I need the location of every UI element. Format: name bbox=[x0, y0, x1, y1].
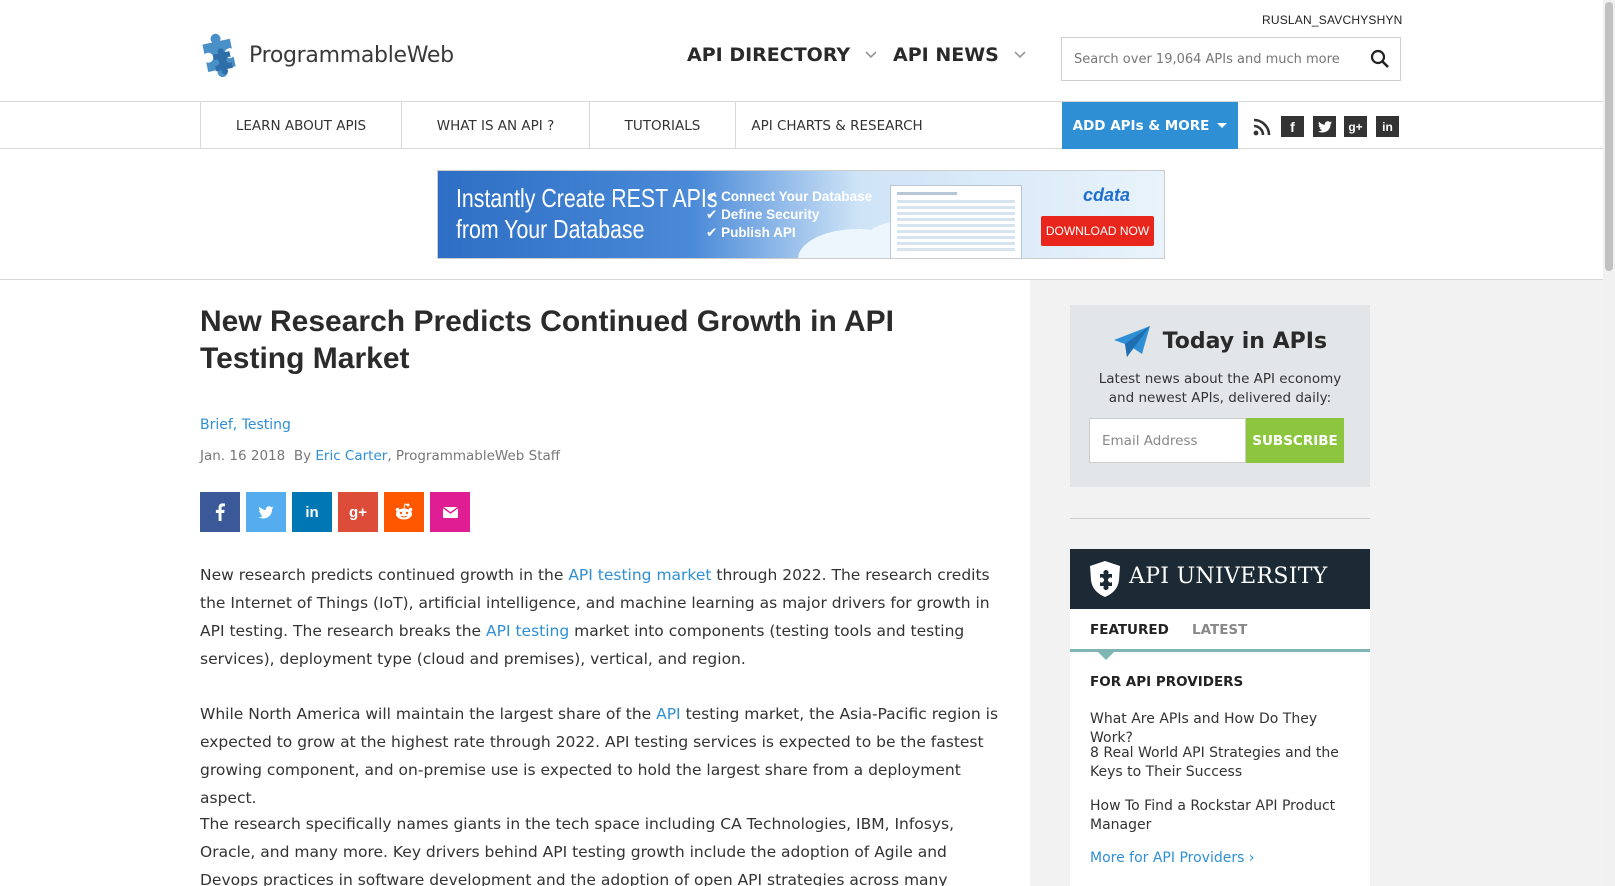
search-box bbox=[1061, 37, 1401, 81]
username[interactable]: RUSLAN_SAVCHYSHYN bbox=[1262, 13, 1403, 27]
more-for-api-providers-link[interactable]: More for API Providers › bbox=[1090, 850, 1254, 866]
author-role: , ProgrammableWeb Staff bbox=[387, 448, 561, 464]
banner-headline-line: Instantly Create REST APIs bbox=[456, 183, 718, 213]
rss-icon[interactable] bbox=[1250, 116, 1273, 137]
banner-bullets: ✔ Connect Your Database ✔ Define Securit… bbox=[706, 188, 872, 242]
page-scrollbar[interactable] bbox=[1603, 0, 1615, 886]
site-logo[interactable]: ProgrammableWeb bbox=[199, 33, 454, 77]
university-link[interactable]: How To Find a Rockstar API Product Manag… bbox=[1090, 797, 1350, 835]
share-email-button[interactable] bbox=[430, 492, 470, 532]
nav-api-directory[interactable]: API DIRECTORY bbox=[687, 44, 878, 66]
subnav-what-is-an-api[interactable]: WHAT IS AN API ? bbox=[401, 102, 589, 149]
email-field[interactable] bbox=[1089, 418, 1246, 463]
twitter-icon[interactable] bbox=[1313, 116, 1336, 137]
facebook-icon[interactable]: f bbox=[1281, 116, 1304, 137]
chevron-down-icon bbox=[865, 51, 877, 59]
article-title: New Research Predicts Continued Growth i… bbox=[200, 305, 895, 375]
subscribe-button[interactable]: SUBSCRIBE bbox=[1246, 418, 1344, 463]
link-api[interactable]: API bbox=[656, 705, 681, 723]
caret-down-icon bbox=[1217, 123, 1228, 128]
link-api-testing-market[interactable]: API testing market bbox=[568, 566, 711, 584]
category-link[interactable]: Testing bbox=[242, 417, 291, 433]
twitter-icon bbox=[258, 505, 274, 518]
add-apis-label: ADD APIs & MORE bbox=[1072, 117, 1210, 134]
sidebar-divider bbox=[1070, 518, 1370, 519]
google-plus-icon[interactable]: g+ bbox=[1344, 116, 1367, 137]
article-meta: Jan. 16 2018 By Eric Carter, Programmabl… bbox=[200, 448, 560, 464]
puzzle-logo-icon bbox=[202, 33, 236, 77]
search-icon[interactable] bbox=[1370, 49, 1390, 69]
banner-download-button[interactable]: DOWNLOAD NOW bbox=[1041, 216, 1154, 246]
active-tab-indicator bbox=[1098, 652, 1114, 660]
banner-bullet: ✔ Connect Your Database bbox=[706, 189, 873, 204]
bullet-text: Connect Your Database bbox=[721, 189, 873, 204]
banner-screenshot bbox=[890, 185, 1022, 258]
section-heading: FOR API PROVIDERS bbox=[1090, 674, 1244, 690]
link-api-testing[interactable]: API testing bbox=[486, 622, 569, 640]
today-title: Today in APIs bbox=[1070, 325, 1370, 359]
author-link[interactable]: Eric Carter bbox=[315, 448, 387, 464]
paper-plane-icon bbox=[1113, 326, 1150, 357]
banner-brand: cdata bbox=[1083, 185, 1131, 205]
search-input[interactable] bbox=[1062, 38, 1352, 80]
reddit-icon bbox=[395, 503, 413, 520]
tab-latest[interactable]: LATEST bbox=[1192, 622, 1247, 638]
subnav-label: API CHARTS & RESEARCH bbox=[751, 117, 923, 134]
share-reddit-button[interactable] bbox=[384, 492, 424, 532]
article-paragraph: New research predicts continued growth i… bbox=[200, 561, 1000, 673]
bullet-text: Publish API bbox=[721, 225, 796, 240]
site-header: ProgrammableWeb RUSLAN_SAVCHYSHYN API DI… bbox=[0, 0, 1615, 102]
subnav-label: TUTORIALS bbox=[624, 117, 701, 134]
byline-prefix: By bbox=[293, 448, 312, 464]
tab-featured[interactable]: FEATURED bbox=[1090, 622, 1169, 638]
shield-icon bbox=[1090, 561, 1120, 597]
banner-headline-line: from Your Database bbox=[456, 214, 645, 244]
banner-bullet: ✔ Publish API bbox=[706, 225, 796, 240]
article-date: Jan. 16 2018 bbox=[200, 448, 286, 464]
linkedin-icon[interactable]: in bbox=[1376, 116, 1399, 137]
scrollbar-thumb[interactable] bbox=[1605, 2, 1613, 271]
article-paragraph: The research specifically names giants i… bbox=[200, 815, 955, 886]
share-google-plus-button[interactable]: g+ bbox=[338, 492, 378, 532]
category-link[interactable]: Brief bbox=[200, 417, 233, 433]
subnav-label: LEARN ABOUT APIS bbox=[235, 117, 367, 134]
text: New research predicts continued growth i… bbox=[200, 566, 569, 584]
banner-headline: Instantly Create REST APIs from Your Dat… bbox=[456, 183, 717, 245]
university-link[interactable]: What Are APIs and How Do They Work? bbox=[1090, 710, 1350, 748]
today-in-apis-widget: Today in APIs Latest news about the API … bbox=[1070, 305, 1370, 487]
share-facebook-button[interactable] bbox=[200, 492, 240, 532]
today-subtitle: Latest news about the API economy and ne… bbox=[1098, 371, 1342, 406]
banner-bullet: ✔ Define Security bbox=[706, 207, 820, 222]
share-twitter-button[interactable] bbox=[246, 492, 286, 532]
linkedin-icon: in bbox=[305, 503, 319, 521]
ad-banner[interactable]: Instantly Create REST APIs from Your Dat… bbox=[437, 170, 1165, 259]
logo-text: ProgrammableWeb bbox=[249, 42, 454, 68]
api-university-title: API UNIVERSITY bbox=[1129, 564, 1328, 589]
university-tabs: FEATURED LATEST bbox=[1070, 609, 1370, 652]
api-university-widget: API UNIVERSITY FEATURED LATEST FOR API P… bbox=[1070, 549, 1370, 886]
university-link[interactable]: 8 Real World API Strategies and the Keys… bbox=[1090, 744, 1350, 782]
api-university-header: API UNIVERSITY bbox=[1070, 549, 1370, 609]
text: While North America will maintain the la… bbox=[200, 705, 657, 723]
add-apis-button[interactable]: ADD APIs & MORE bbox=[1062, 102, 1238, 149]
chevron-down-icon bbox=[1014, 51, 1026, 59]
secondary-nav: LEARN ABOUT APIS WHAT IS AN API ? TUTORI… bbox=[0, 101, 1603, 149]
article-categories: Brief, Testing bbox=[200, 417, 291, 433]
today-title-text: Today in APIs bbox=[1162, 329, 1328, 354]
subnav-label: WHAT IS AN API ? bbox=[436, 117, 555, 134]
subnav-tutorials[interactable]: TUTORIALS bbox=[589, 102, 735, 149]
bullet-text: Define Security bbox=[721, 207, 820, 222]
subnav-api-charts-research[interactable]: API CHARTS & RESEARCH bbox=[735, 102, 938, 149]
facebook-icon bbox=[215, 503, 225, 521]
email-icon bbox=[442, 506, 458, 518]
nav-label: API NEWS bbox=[893, 44, 999, 66]
article-paragraph: While North America will maintain the la… bbox=[200, 700, 1000, 812]
share-linkedin-button[interactable]: in bbox=[292, 492, 332, 532]
subnav-learn-about-apis[interactable]: LEARN ABOUT APIS bbox=[200, 102, 401, 149]
google-plus-icon: g+ bbox=[349, 503, 367, 521]
nav-api-news[interactable]: API NEWS bbox=[893, 44, 1027, 66]
nav-label: API DIRECTORY bbox=[687, 44, 851, 66]
